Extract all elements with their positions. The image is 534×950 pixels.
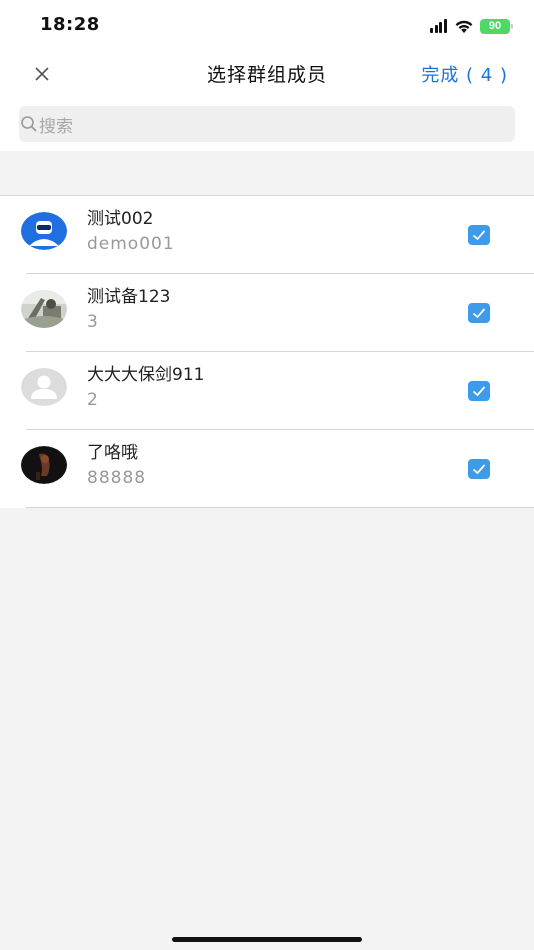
dark-photo-avatar bbox=[21, 446, 67, 484]
list-item[interactable]: 了咯哦 88888 bbox=[0, 430, 534, 508]
done-button[interactable]: 完成 ( 4 ) bbox=[421, 61, 508, 87]
row-divider bbox=[26, 507, 534, 508]
battery-level: 90 bbox=[488, 20, 502, 32]
header-area: 18:28 90 选择群组成员 完成 (4) 搜索 bbox=[0, 0, 534, 151]
status-icons: 90 bbox=[430, 16, 513, 36]
checkmark-icon bbox=[472, 308, 486, 319]
wifi-icon bbox=[455, 20, 473, 33]
checkmark-icon bbox=[472, 230, 486, 241]
cellular-signal-icon bbox=[430, 19, 448, 33]
member-name: 测试备123 bbox=[87, 287, 171, 307]
member-id: demo001 bbox=[87, 234, 175, 254]
member-checkbox[interactable] bbox=[468, 459, 490, 479]
member-checkbox[interactable] bbox=[468, 381, 490, 401]
checkmark-icon bbox=[472, 386, 486, 397]
search-input[interactable]: 搜索 bbox=[19, 106, 515, 142]
member-name: 大大大保剑911 bbox=[87, 365, 205, 385]
default-person-avatar bbox=[21, 368, 67, 406]
blue-person-avatar bbox=[21, 212, 67, 250]
photo-avatar bbox=[21, 290, 67, 328]
member-id: 88888 bbox=[87, 468, 147, 488]
member-checkbox[interactable] bbox=[468, 303, 490, 323]
member-checkbox[interactable] bbox=[468, 225, 490, 245]
member-list: 测试002 demo001 测试备123 3 大大大保剑911 2 了咯哦 88… bbox=[0, 195, 534, 508]
screen: 18:28 90 选择群组成员 完成 (4) 搜索 测试002 demo00… bbox=[0, 0, 534, 950]
member-name: 测试002 bbox=[87, 209, 154, 229]
member-id: 3 bbox=[87, 312, 99, 332]
list-item[interactable]: 测试002 demo001 bbox=[0, 196, 534, 274]
member-id: 2 bbox=[87, 390, 99, 410]
member-name: 了咯哦 bbox=[87, 443, 138, 463]
battery-icon: 90 bbox=[480, 18, 513, 34]
list-item[interactable]: 测试备123 3 bbox=[0, 274, 534, 352]
search-icon bbox=[21, 116, 37, 132]
home-indicator[interactable] bbox=[172, 937, 362, 942]
checkmark-icon bbox=[472, 464, 486, 475]
status-time: 18:28 bbox=[40, 14, 100, 35]
search-placeholder: 搜索 bbox=[39, 116, 73, 137]
list-item[interactable]: 大大大保剑911 2 bbox=[0, 352, 534, 430]
